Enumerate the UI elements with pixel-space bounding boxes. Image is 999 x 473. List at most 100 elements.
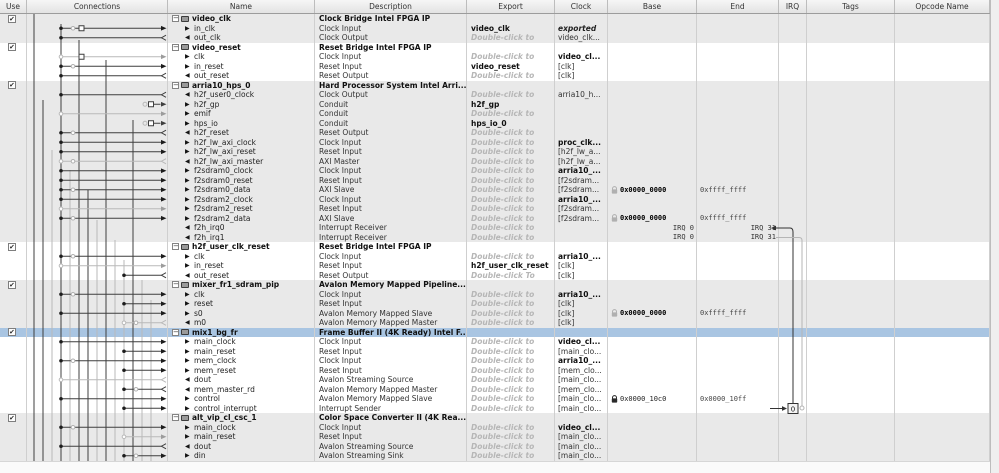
name-cell[interactable]: − h2f_user_clk_reset [168, 242, 315, 252]
name-cell[interactable]: ▶ main_clock [168, 422, 315, 432]
irq-cell[interactable] [779, 52, 807, 62]
export-cell[interactable]: Double-click to [467, 422, 555, 432]
base-cell[interactable] [608, 109, 697, 119]
export-cell[interactable] [467, 80, 555, 90]
clock-cell[interactable]: [main_clo... [555, 432, 608, 442]
irq-cell[interactable] [779, 223, 807, 233]
collapse-icon[interactable]: − [172, 15, 179, 23]
export-cell[interactable]: Double-click to [467, 251, 555, 261]
irq-cell[interactable] [779, 365, 807, 375]
clock-cell[interactable]: [clk] [555, 261, 608, 271]
irq-cell[interactable] [779, 413, 807, 423]
export-cell[interactable]: Double-click to [467, 194, 555, 204]
irq-cell[interactable] [779, 346, 807, 356]
base-cell[interactable] [608, 289, 697, 299]
export-cell[interactable]: Double-click to [467, 33, 555, 43]
base-cell[interactable]: 0x0000_0000 [608, 185, 697, 195]
clock-cell[interactable]: arria10_... [555, 289, 608, 299]
irq-cell[interactable] [779, 90, 807, 100]
column-header-end[interactable]: End [697, 0, 779, 13]
base-cell[interactable]: 0x0000_10c0 [608, 394, 697, 404]
name-cell[interactable]: ▶ in_reset [168, 261, 315, 271]
base-cell[interactable] [608, 280, 697, 290]
base-cell[interactable]: 0x0000_0000 [608, 213, 697, 223]
column-header-use[interactable]: Use [0, 0, 27, 13]
name-cell[interactable]: ◀ dout [168, 441, 315, 451]
base-cell[interactable] [608, 299, 697, 309]
base-cell[interactable] [608, 175, 697, 185]
clock-cell[interactable]: [main_clo... [555, 451, 608, 461]
name-cell[interactable]: − mix1_bg_fr [168, 327, 315, 337]
irq-cell[interactable] [779, 251, 807, 261]
base-cell[interactable] [608, 422, 697, 432]
name-cell[interactable]: − video_reset [168, 42, 315, 52]
name-cell[interactable]: − video_clk [168, 14, 315, 24]
export-cell[interactable]: Double-click to [467, 213, 555, 223]
base-cell[interactable] [608, 441, 697, 451]
name-cell[interactable]: ◀ h2f_user0_clock [168, 90, 315, 100]
export-cell[interactable]: h2f_user_clk_reset [467, 261, 555, 271]
name-cell[interactable]: − arria10_hps_0 [168, 80, 315, 90]
base-cell[interactable]: IRQ 0 [608, 223, 697, 233]
clock-cell[interactable]: arria10_... [555, 194, 608, 204]
clock-cell[interactable]: arria10_h... [555, 90, 608, 100]
export-cell[interactable]: Double-click to [467, 204, 555, 214]
export-cell[interactable]: Double-click to [467, 299, 555, 309]
base-cell[interactable] [608, 71, 697, 81]
clock-cell[interactable]: arria10_... [555, 356, 608, 366]
clock-cell[interactable]: [main_clo... [555, 375, 608, 385]
export-cell[interactable]: Double-click to [467, 109, 555, 119]
name-cell[interactable]: ◀ out_clk [168, 33, 315, 43]
use-checkbox[interactable]: ✔ [8, 14, 16, 23]
clock-cell[interactable]: [f2sdram... [555, 213, 608, 223]
clock-cell[interactable]: exported [555, 23, 608, 33]
base-cell[interactable] [608, 403, 697, 413]
clock-cell[interactable] [555, 242, 608, 252]
export-cell[interactable]: Double-click to [467, 128, 555, 138]
name-cell[interactable]: ▶ clk [168, 52, 315, 62]
irq-cell[interactable] [779, 99, 807, 109]
irq-cell[interactable] [779, 213, 807, 223]
irq-cell[interactable] [779, 156, 807, 166]
pin-icon[interactable] [611, 185, 618, 194]
name-cell[interactable]: ▶ f2sdram0_data [168, 185, 315, 195]
export-cell[interactable]: Double-click to [467, 147, 555, 157]
export-cell[interactable]: Double-click to [467, 308, 555, 318]
irq-cell[interactable] [779, 232, 807, 242]
export-cell[interactable] [467, 327, 555, 337]
clock-cell[interactable] [555, 327, 608, 337]
clock-cell[interactable]: video_cl... [555, 422, 608, 432]
column-header-base[interactable]: Base [608, 0, 697, 13]
clock-cell[interactable]: [clk] [555, 61, 608, 71]
lock-icon[interactable] [611, 394, 618, 403]
name-cell[interactable]: ▶ in_clk [168, 23, 315, 33]
base-cell[interactable] [608, 451, 697, 461]
irq-cell[interactable] [779, 422, 807, 432]
clock-cell[interactable] [555, 99, 608, 109]
base-cell[interactable] [608, 80, 697, 90]
pin-icon[interactable] [611, 214, 618, 222]
export-cell[interactable]: h2f_gp [467, 99, 555, 109]
irq-cell[interactable] [779, 384, 807, 394]
name-cell[interactable]: − alt_vip_cl_csc_1 [168, 413, 315, 423]
name-cell[interactable]: ▶ f2sdram0_clock [168, 166, 315, 176]
name-cell[interactable]: ◀ m0 [168, 318, 315, 328]
base-cell[interactable] [608, 356, 697, 366]
name-cell[interactable]: ▶ f2sdram2_reset [168, 204, 315, 214]
irq-cell[interactable] [779, 80, 807, 90]
name-cell[interactable]: ▶ in_reset [168, 61, 315, 71]
irq-cell[interactable] [779, 318, 807, 328]
clock-cell[interactable]: [clk] [555, 270, 608, 280]
base-cell[interactable] [608, 337, 697, 347]
column-header-opcode-name[interactable]: Opcode Name [895, 0, 990, 13]
irq-cell[interactable] [779, 327, 807, 337]
base-cell[interactable] [608, 33, 697, 43]
export-cell[interactable]: Double-click to [467, 384, 555, 394]
clock-cell[interactable]: video_cl... [555, 52, 608, 62]
name-cell[interactable]: ▶ f2sdram2_clock [168, 194, 315, 204]
collapse-icon[interactable]: − [172, 414, 179, 422]
irq-cell[interactable] [779, 451, 807, 461]
export-cell[interactable]: Double-click to [467, 337, 555, 347]
export-cell[interactable]: Double-click to [467, 156, 555, 166]
clock-cell[interactable]: [main_clo... [555, 403, 608, 413]
